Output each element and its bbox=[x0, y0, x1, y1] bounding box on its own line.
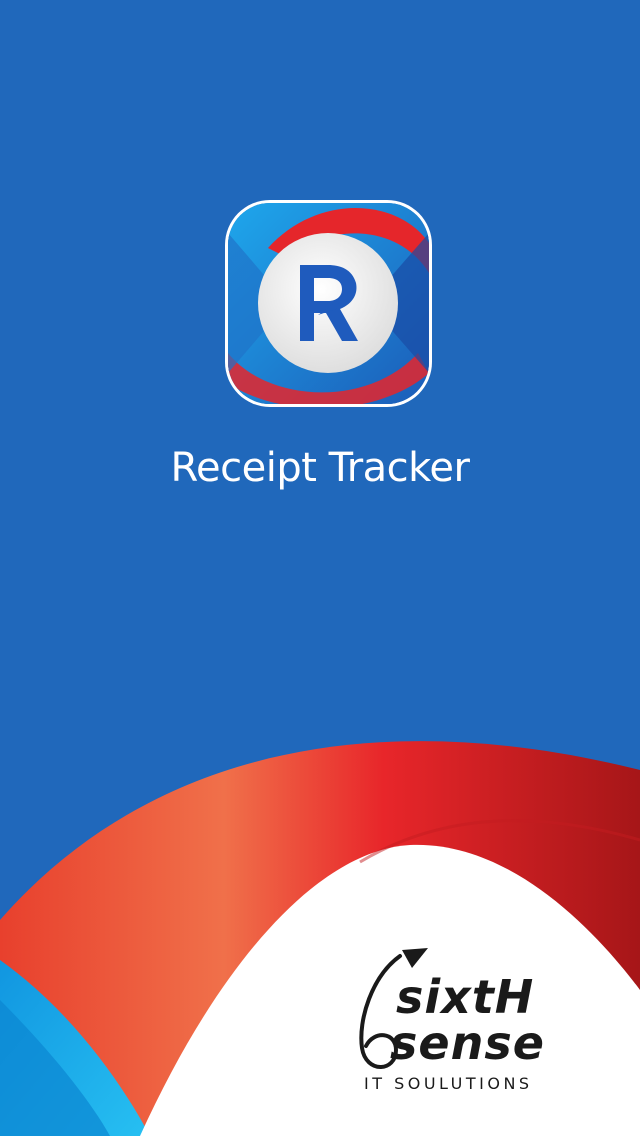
company-logo: sixtH sense IT SOULUTIONS bbox=[352, 940, 592, 1100]
logo-text-line1: sixtH bbox=[396, 970, 535, 1024]
receipt-tracker-r-icon bbox=[228, 203, 429, 404]
logo-text-line2: sense bbox=[390, 1016, 545, 1070]
splash-screen: Receipt Tracker sixtH sense IT SOULUTION… bbox=[0, 0, 640, 1136]
app-icon bbox=[228, 203, 429, 404]
app-title: Receipt Tracker bbox=[170, 445, 470, 491]
logo-tagline: IT SOULUTIONS bbox=[364, 1074, 533, 1093]
